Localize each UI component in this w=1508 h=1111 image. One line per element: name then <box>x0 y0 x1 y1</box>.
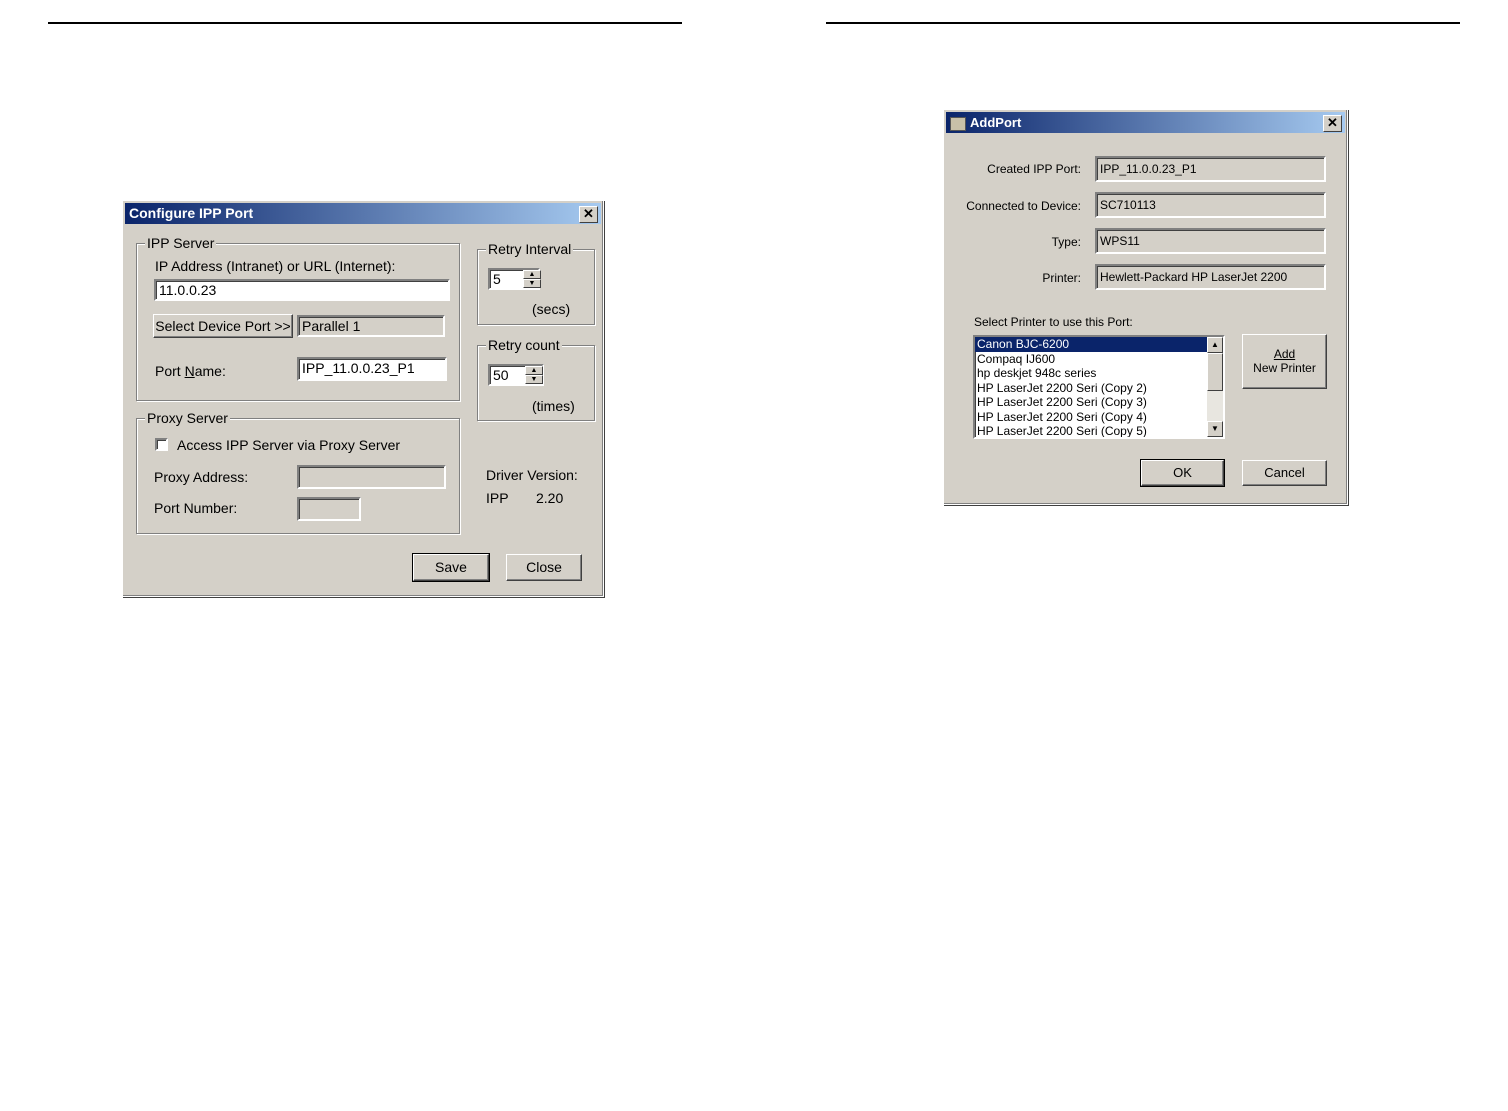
printer-listbox[interactable]: Canon BJC-6200 Compaq IJ600 hp deskjet 948… <box>973 335 1225 439</box>
configure-ipp-port-dialog: Configure IPP Port ✕ IPP Server IP Addre… <box>122 200 604 597</box>
list-item[interactable]: Canon BJC-6200 <box>975 337 1207 352</box>
printer-label: Printer: <box>1042 271 1081 285</box>
list-item[interactable]: HP LaserJet 2200 Seri (Copy 3) <box>975 395 1207 410</box>
spin-down-icon[interactable]: ▼ <box>523 279 541 288</box>
printer-field: Hewlett-Packard HP LaserJet 2200 <box>1095 264 1326 290</box>
list-item[interactable]: HP LaserJet 2200 Seri (Copy 5) <box>975 424 1207 437</box>
retry-interval-spinner[interactable]: ▲ ▼ <box>523 270 541 288</box>
save-button[interactable]: Save <box>412 553 490 582</box>
retry-count-label: Retry count <box>486 337 562 353</box>
scroll-down-icon[interactable]: ▼ <box>1207 421 1223 437</box>
port-number-input[interactable] <box>297 497 361 521</box>
list-item[interactable]: hp deskjet 948c series <box>975 366 1207 381</box>
scroll-thumb[interactable] <box>1207 353 1223 391</box>
add-new-printer-button[interactable]: Add New Printer <box>1242 334 1327 389</box>
ip-address-label: IP Address (Intranet) or URL (Internet): <box>155 258 396 274</box>
port-name-label: Port Name: <box>155 363 226 379</box>
proxy-checkbox-label[interactable]: Access IPP Server via Proxy Server <box>177 437 400 453</box>
scroll-up-icon[interactable]: ▲ <box>1207 337 1223 353</box>
add-new-printer-line2: New Printer <box>1253 361 1316 375</box>
ok-button[interactable]: OK <box>1140 459 1225 487</box>
driver-version-label: Driver Version: <box>486 467 578 483</box>
retry-interval-unit: (secs) <box>532 301 571 317</box>
list-item[interactable]: HP LaserJet 2200 Seri (Copy 4) <box>975 410 1207 425</box>
configure-ipp-port-titlebar[interactable]: Configure IPP Port ✕ <box>125 203 601 224</box>
connected-to-device-field: SC710113 <box>1095 192 1326 218</box>
select-device-port-button[interactable]: Select Device Port >> <box>153 314 293 338</box>
page-rule-left <box>48 22 682 24</box>
printer-list: Canon BJC-6200 Compaq IJ600 hp deskjet 948… <box>975 337 1207 437</box>
proxy-address-input[interactable] <box>297 465 446 489</box>
add-port-dialog: AddPort ✕ Created IPP Port: IPP_11.0.0.2… <box>943 109 1348 505</box>
type-label: Type: <box>1051 235 1081 249</box>
spin-up-icon[interactable]: ▲ <box>525 366 543 375</box>
close-icon[interactable]: ✕ <box>1323 115 1342 132</box>
add-port-titlebar[interactable]: AddPort ✕ <box>946 112 1345 133</box>
close-button[interactable]: Close <box>506 554 582 581</box>
device-port-field: Parallel 1 <box>297 315 445 337</box>
created-ipp-port-label: Created IPP Port: <box>987 162 1081 176</box>
proxy-checkbox[interactable] <box>155 438 168 451</box>
created-ipp-port-field: IPP_11.0.0.23_P1 <box>1095 156 1326 182</box>
cancel-button[interactable]: Cancel <box>1242 460 1327 486</box>
retry-count-unit: (times) <box>532 398 575 414</box>
page-rule-right <box>826 22 1460 24</box>
port-number-label: Port Number: <box>154 500 238 516</box>
driver-version-value: 2.20 <box>536 490 564 506</box>
list-item[interactable]: HP LaserJet 2200 Seri (Copy 2) <box>975 381 1207 396</box>
ipp-server-group-label: IPP Server <box>145 235 217 251</box>
printer-app-icon <box>950 116 966 131</box>
select-printer-label: Select Printer to use this Port: <box>974 315 1133 329</box>
list-item[interactable]: Compaq IJ600 <box>975 352 1207 367</box>
type-field: WPS11 <box>1095 228 1326 254</box>
ip-address-input[interactable]: 11.0.0.23 <box>154 279 450 301</box>
dialog-title: Configure IPP Port <box>129 205 254 221</box>
printer-list-scrollbar[interactable]: ▲ ▼ <box>1207 337 1223 437</box>
proxy-server-group-label: Proxy Server <box>145 410 230 426</box>
dialog-title: AddPort <box>970 115 1022 130</box>
close-icon[interactable]: ✕ <box>579 206 598 223</box>
spin-up-icon[interactable]: ▲ <box>523 270 541 279</box>
port-name-input[interactable]: IPP_11.0.0.23_P1 <box>297 357 447 381</box>
add-new-printer-line1: Add <box>1273 347 1296 361</box>
driver-name: IPP <box>486 490 509 506</box>
retry-interval-label: Retry Interval <box>486 241 574 257</box>
retry-count-spinner[interactable]: ▲ ▼ <box>525 366 543 384</box>
spin-down-icon[interactable]: ▼ <box>525 375 543 384</box>
connected-to-device-label: Connected to Device: <box>966 199 1081 213</box>
proxy-address-label: Proxy Address: <box>154 469 249 485</box>
